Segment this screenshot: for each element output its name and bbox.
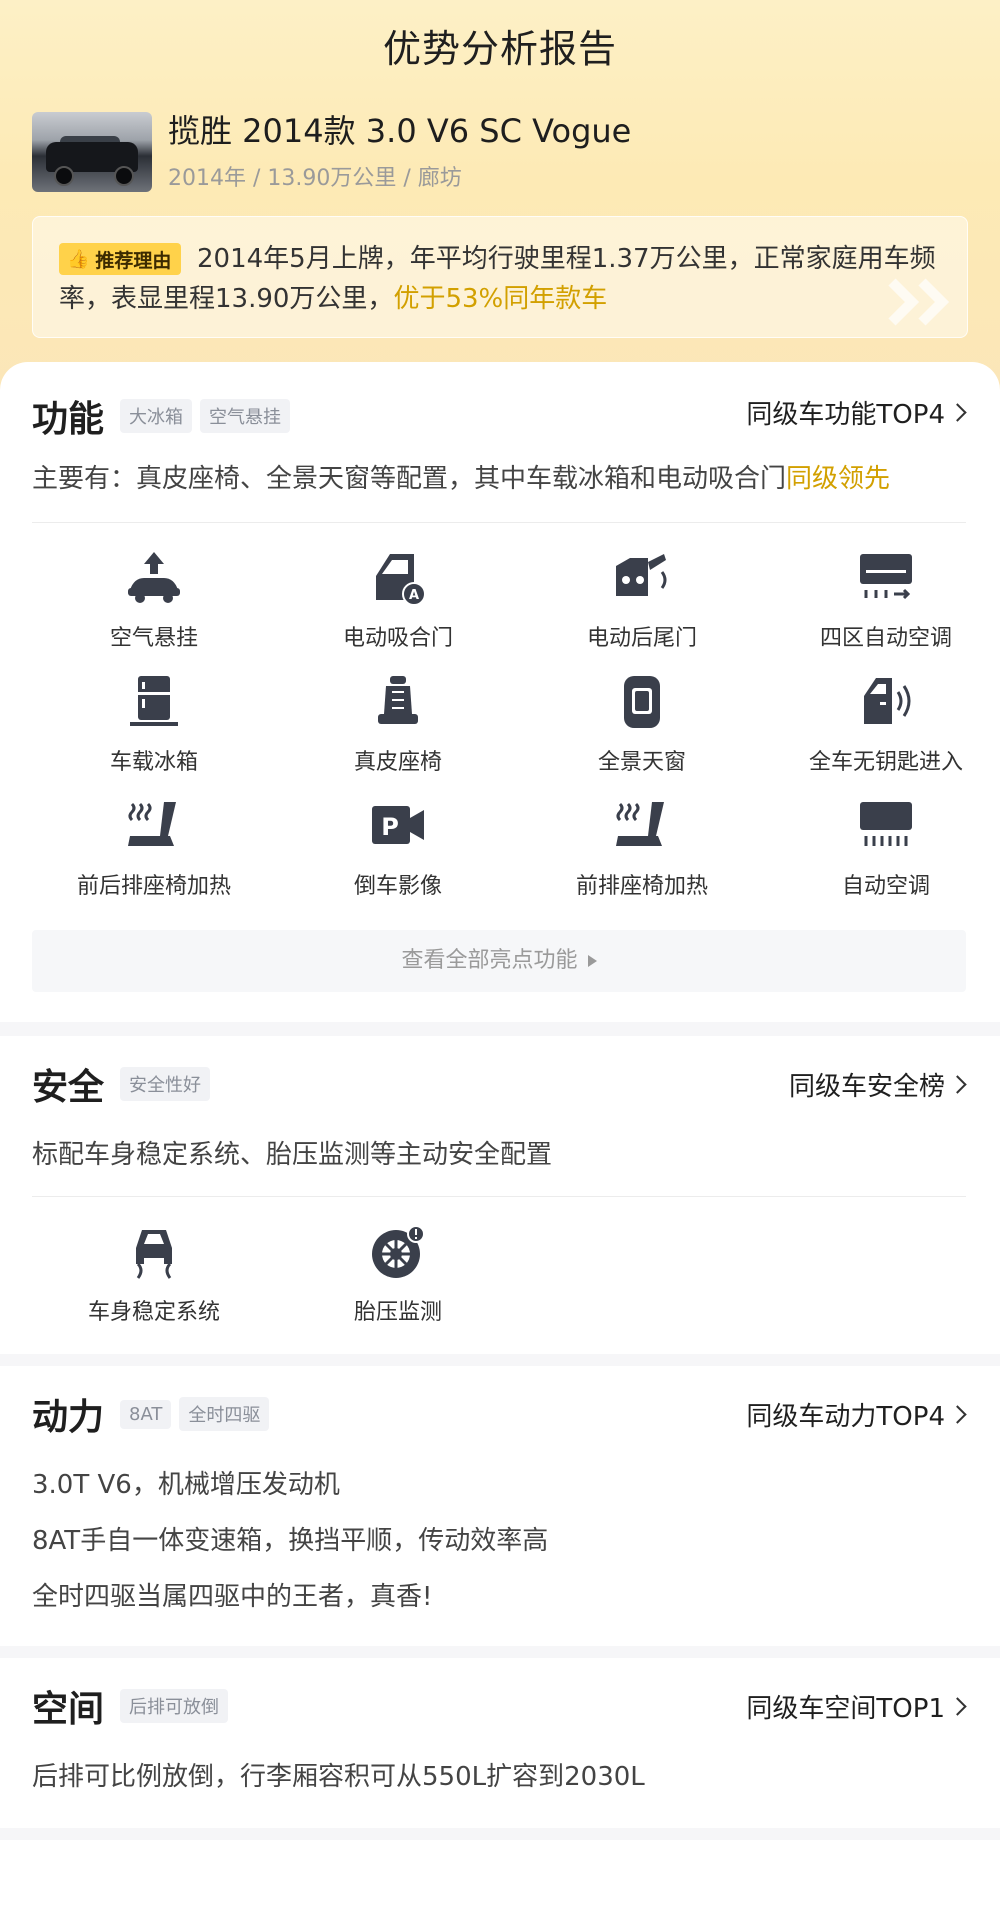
soft-close-door-icon: A — [376, 554, 426, 606]
space-section: 空间 后排可放倒 同级车空间TOP1 后排可比例放倒，行李厢容积可从550L扩容… — [0, 1658, 1000, 1828]
safety-title: 安全 — [32, 1067, 105, 1108]
chevron-right-icon — [948, 403, 967, 422]
features-title: 功能 — [32, 399, 105, 440]
decorative-arrows-icon — [888, 278, 950, 326]
car-meta: 2014年 / 13.90万公里 / 廊坊 — [168, 166, 462, 191]
divider — [32, 1196, 966, 1197]
feature-item[interactable]: A 电动吸合门 — [276, 550, 520, 652]
power-tag: 全时四驱 — [179, 1397, 270, 1431]
svg-text:A: A — [409, 588, 419, 603]
section-separator — [0, 1646, 1000, 1658]
feature-item[interactable]: 前排座椅加热 — [520, 798, 764, 900]
power-line: 全时四驱当属四驱中的王者，真香! — [32, 1582, 433, 1612]
space-header: 空间 后排可放倒 — [32, 1680, 229, 1732]
car-thumbnail[interactable] — [32, 112, 152, 192]
panoramic-sunroof-icon — [624, 676, 660, 728]
safety-rank-link[interactable]: 同级车安全榜 — [789, 1066, 967, 1103]
divider — [32, 522, 966, 523]
feature-item[interactable]: 空气悬挂 — [32, 550, 276, 652]
power-top-link[interactable]: 同级车动力TOP4 — [746, 1396, 967, 1433]
safety-section: 安全 安全性好 同级车安全榜 标配车身稳定系统、胎压监测等主动安全配置 车身稳定… — [0, 1036, 1000, 1354]
svg-text:P: P — [381, 813, 399, 841]
feature-item[interactable]: 前后排座椅加热 — [32, 798, 276, 900]
section-separator — [0, 1828, 1000, 1840]
space-tag: 后排可放倒 — [120, 1689, 229, 1723]
air-suspension-icon — [128, 552, 180, 603]
space-description: 后排可比例放倒，行李厢容积可从550L扩容到2030L — [32, 1762, 645, 1792]
safety-item[interactable]: 胎压监测 — [276, 1224, 520, 1326]
view-all-features-button[interactable]: 查看全部亮点功能 — [32, 930, 966, 992]
reverse-camera-icon: P — [372, 806, 424, 844]
thumbs-up-icon: 👍 — [67, 248, 90, 270]
power-header: 动力 8AT 全时四驱 — [32, 1388, 270, 1440]
power-tailgate-icon — [616, 554, 667, 596]
feature-item[interactable]: 全景天窗 — [520, 674, 764, 776]
chevron-right-icon — [948, 1405, 967, 1424]
recommend-badge: 👍 推荐理由 — [59, 243, 182, 275]
features-description: 主要有：真皮座椅、全景天窗等配置，其中车载冰箱和电动吸合门同级领先 — [32, 464, 891, 494]
feature-item[interactable]: 全车无钥匙进入 — [764, 674, 1000, 776]
features-top-link[interactable]: 同级车功能TOP4 — [746, 394, 967, 431]
tire-pressure-icon — [372, 1225, 425, 1278]
feature-item[interactable]: 四区自动空调 — [764, 550, 1000, 652]
feature-item[interactable]: 电动后尾门 — [520, 550, 764, 652]
leather-seat-icon — [378, 676, 418, 724]
power-title: 动力 — [32, 1397, 105, 1438]
car-name: 揽胜 2014款 3.0 V6 SC Vogue — [168, 112, 632, 150]
auto-ac-icon — [860, 802, 912, 846]
recommend-highlight: 优于53%同年款车 — [393, 284, 608, 314]
safety-item[interactable]: 车身稳定系统 — [32, 1224, 276, 1326]
space-title: 空间 — [32, 1689, 105, 1730]
page-title: 优势分析报告 — [382, 27, 617, 71]
seat-heating-icon — [128, 802, 176, 846]
keyless-entry-icon — [864, 678, 911, 724]
power-line: 3.0T V6，机械增压发动机 — [32, 1470, 340, 1500]
chevron-right-icon — [948, 1697, 967, 1716]
power-line: 8AT手自一体变速箱，换挡平顺，传动效率高 — [32, 1526, 549, 1556]
chevron-right-icon — [948, 1075, 967, 1094]
safety-header: 安全 安全性好 — [32, 1058, 211, 1110]
feature-item[interactable]: P 倒车影像 — [276, 798, 520, 900]
feature-item[interactable]: 真皮座椅 — [276, 674, 520, 776]
features-highlight: 同级领先 — [786, 464, 891, 494]
stability-control-icon — [136, 1230, 172, 1279]
feature-item[interactable]: 车载冰箱 — [32, 674, 276, 776]
feature-item[interactable]: 自动空调 — [764, 798, 1000, 900]
recommend-text: 2014年5月上牌，年平均行驶里程1.37万公里，正常家庭用车频率，表显里程13… — [59, 244, 936, 314]
safety-description: 标配车身稳定系统、胎压监测等主动安全配置 — [32, 1140, 553, 1170]
space-top-link[interactable]: 同级车空间TOP1 — [746, 1688, 967, 1725]
front-seat-heating-icon — [616, 802, 664, 846]
section-separator — [0, 1022, 1000, 1036]
features-header: 功能 大冰箱 空气悬挂 — [32, 390, 291, 442]
safety-tag: 安全性好 — [120, 1067, 211, 1101]
four-zone-ac-icon — [860, 554, 912, 600]
feature-tag: 空气悬挂 — [200, 399, 291, 433]
recommend-box: 2014年5月上牌，年平均行驶里程1.37万公里，正常家庭用车频率，表显里程13… — [32, 216, 968, 338]
header-background: 优势分析报告 揽胜 2014款 3.0 V6 SC Vogue 2014年 / … — [0, 0, 1000, 400]
features-section: 功能 大冰箱 空气悬挂 同级车功能TOP4 主要有：真皮座椅、全景天窗等配置，其… — [0, 362, 1000, 1022]
power-tag: 8AT — [120, 1399, 172, 1429]
feature-tag: 大冰箱 — [120, 399, 193, 433]
fridge-icon — [130, 676, 178, 726]
play-arrow-icon — [587, 955, 597, 967]
power-section: 动力 8AT 全时四驱 同级车动力TOP4 3.0T V6，机械增压发动机 8A… — [0, 1366, 1000, 1646]
section-separator — [0, 1354, 1000, 1366]
